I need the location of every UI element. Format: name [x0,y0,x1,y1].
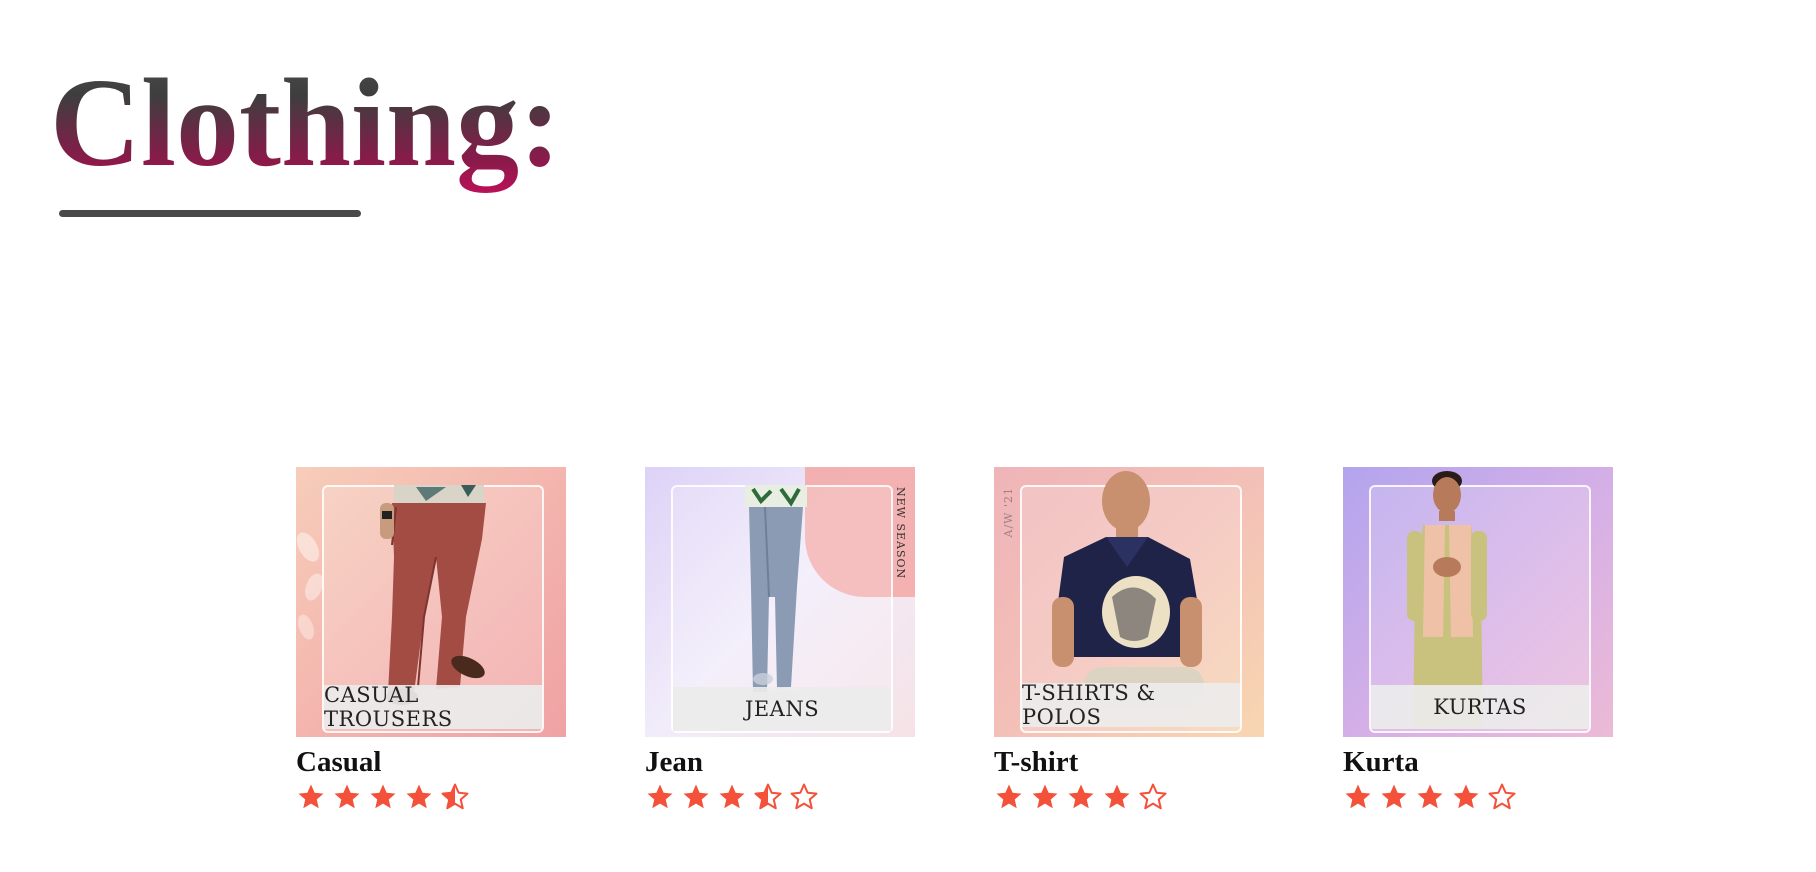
star-full-icon [1032,784,1058,809]
product-side-text-jean: NEW SEASON [894,487,907,580]
product-banner-casual: CASUAL TROUSERS [324,683,542,731]
product-card-kurta[interactable]: KURTAS Kurta [1343,467,1613,812]
star-half-icon [754,783,782,810]
product-banner-kurta: KURTAS [1371,685,1589,729]
star-full-icon [683,784,709,809]
star-full-icon [647,784,673,809]
product-card-jean[interactable]: NEW SEASON JEANS Jean [645,467,915,812]
star-full-icon [996,784,1022,809]
product-name[interactable]: Jean [645,746,915,778]
star-half-icon [441,783,469,810]
star-empty-icon [790,783,818,810]
product-banner-tshirt: T-SHIRTS & POLOS [1022,681,1240,729]
star-full-icon [1417,784,1443,809]
star-rating [994,782,1264,812]
star-empty-icon [1488,783,1516,810]
product-image-tshirt[interactable]: A/W '21 T-SHIRTS & POLOS [994,467,1264,737]
title-underline [59,210,361,217]
product-name[interactable]: Casual [296,746,566,778]
star-full-icon [719,784,745,809]
star-full-icon [406,784,432,809]
product-side-text-tshirt: A/W '21 [1002,487,1015,538]
product-banner-jean: JEANS [673,687,891,731]
product-name[interactable]: T-shirt [994,746,1264,778]
star-full-icon [1104,784,1130,809]
star-rating [1343,782,1613,812]
product-image-casual[interactable]: CASUAL TROUSERS [296,467,566,737]
page-title: Clothing: [50,52,561,197]
product-name[interactable]: Kurta [1343,746,1613,778]
product-image-jean[interactable]: NEW SEASON JEANS [645,467,915,737]
product-card-casual[interactable]: CASUAL TROUSERS Casual [296,467,566,812]
star-full-icon [1381,784,1407,809]
star-rating [645,782,915,812]
star-full-icon [1453,784,1479,809]
star-full-icon [1345,784,1371,809]
star-full-icon [1068,784,1094,809]
product-card-tshirt[interactable]: A/W '21 T-SHIRTS & POLOS T-shirt [994,467,1264,812]
star-rating [296,782,566,812]
star-full-icon [298,784,324,809]
star-full-icon [370,784,396,809]
star-full-icon [334,784,360,809]
product-image-kurta[interactable]: KURTAS [1343,467,1613,737]
star-empty-icon [1139,783,1167,810]
